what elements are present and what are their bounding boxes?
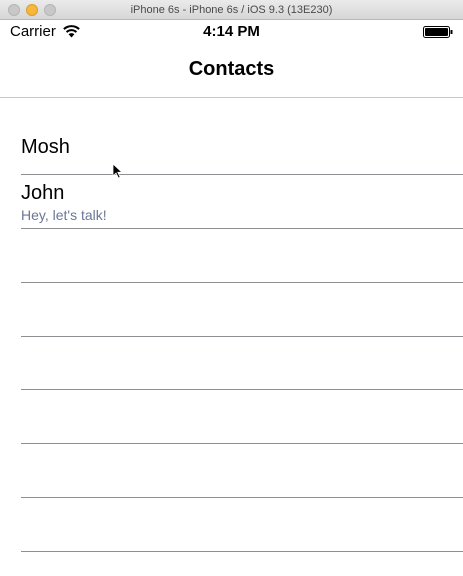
- window-title-bar: iPhone 6s - iPhone 6s / iOS 9.3 (13E230): [0, 0, 463, 20]
- window-title: iPhone 6s - iPhone 6s / iOS 9.3 (13E230): [130, 4, 333, 16]
- battery-icon: [423, 26, 453, 38]
- simulator-window: iPhone 6s - iPhone 6s / iOS 9.3 (13E230)…: [0, 0, 463, 576]
- status-bar: Carrier 4:14 PM: [0, 20, 463, 44]
- contact-message: Hey, let's talk!: [21, 207, 107, 223]
- empty-row: [21, 444, 463, 498]
- page-title: Contacts: [188, 58, 275, 80]
- contact-name: Mosh: [21, 136, 70, 158]
- navigation-bar: Contacts: [0, 44, 463, 98]
- empty-row: [21, 337, 463, 390]
- empty-row: [21, 498, 463, 552]
- contact-row[interactable]: John Hey, let's talk!: [21, 175, 463, 229]
- contact-row[interactable]: Mosh: [21, 98, 463, 175]
- status-time: 4:14 PM: [203, 23, 260, 40]
- empty-row: [21, 283, 463, 337]
- empty-row: [21, 229, 463, 283]
- mouse-pointer-icon: [112, 163, 123, 179]
- empty-row: [21, 390, 463, 444]
- contact-name: John: [21, 182, 65, 204]
- contacts-table[interactable]: Mosh John Hey, let's talk!: [0, 98, 463, 576]
